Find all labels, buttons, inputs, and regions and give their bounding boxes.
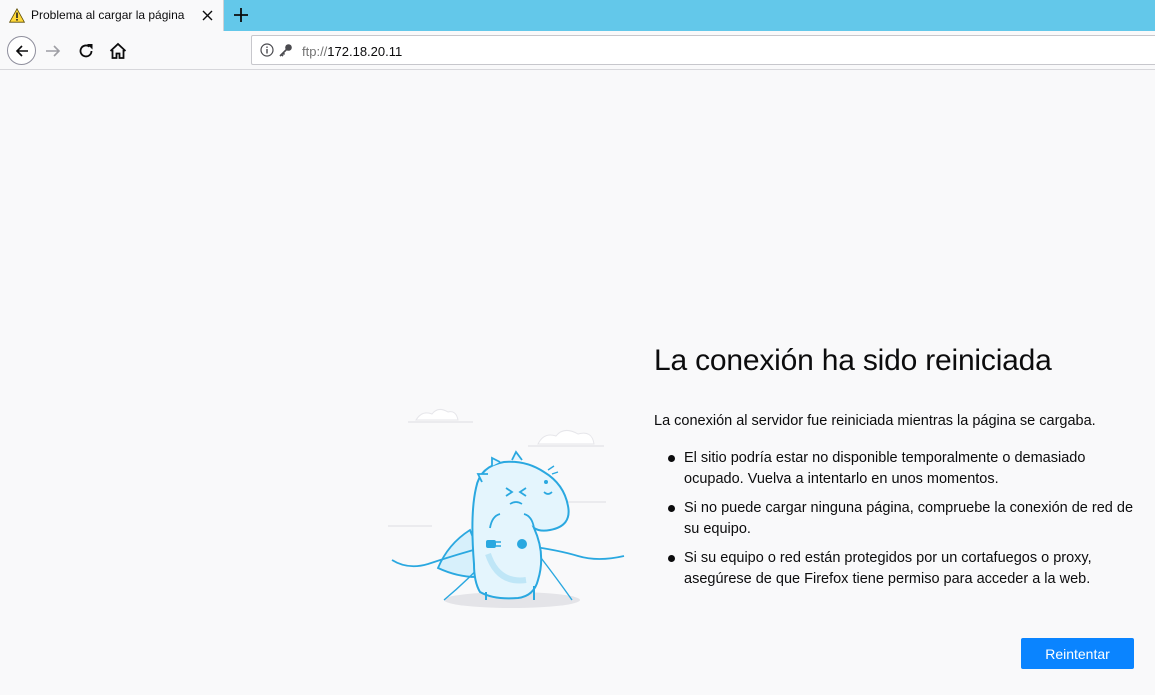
bullet-icon [668, 505, 675, 512]
url-host: 172.18.20.11 [327, 44, 403, 59]
bullet-icon [668, 455, 675, 462]
list-item-text: Si no puede cargar ninguna página, compr… [684, 500, 1134, 537]
error-intro: La conexión al servidor fue reiniciada m… [654, 413, 1096, 429]
error-suggestion-list: El sitio podría estar no disponible temp… [668, 448, 1138, 598]
info-icon[interactable] [260, 43, 274, 57]
list-item-text: El sitio podría estar no disponible temp… [684, 450, 1086, 487]
close-icon[interactable] [200, 8, 215, 23]
tab-strip: Problema al cargar la página [0, 0, 1155, 31]
back-button[interactable] [7, 36, 36, 65]
navigation-bar: ftp://172.18.20.11 [0, 31, 1155, 70]
list-item: Si no puede cargar ninguna página, compr… [668, 498, 1138, 540]
new-tab-icon[interactable] [231, 5, 251, 25]
url-scheme: ftp:// [302, 44, 328, 59]
bullet-icon [668, 555, 675, 562]
reload-icon[interactable] [76, 41, 96, 61]
address-bar[interactable]: ftp://172.18.20.11 [251, 35, 1155, 65]
warning-icon [9, 8, 25, 23]
key-icon[interactable] [278, 43, 293, 58]
back-arrow-icon [15, 45, 28, 57]
tab-active[interactable]: Problema al cargar la página [0, 0, 224, 31]
forward-arrow-icon[interactable] [43, 41, 63, 61]
list-item-text: Si su equipo o red están protegidos por … [684, 550, 1092, 587]
list-item: Si su equipo o red están protegidos por … [668, 548, 1138, 590]
home-icon[interactable] [108, 41, 128, 61]
list-item: El sitio podría estar no disponible temp… [668, 448, 1138, 490]
tab-title: Problema al cargar la página [31, 8, 185, 22]
retry-button[interactable]: Reintentar [1021, 638, 1134, 669]
error-title: La conexión ha sido reiniciada [654, 344, 1052, 377]
dinosaur-unplugged-illustration [388, 408, 625, 608]
url-text[interactable]: ftp://172.18.20.11 [302, 44, 402, 59]
